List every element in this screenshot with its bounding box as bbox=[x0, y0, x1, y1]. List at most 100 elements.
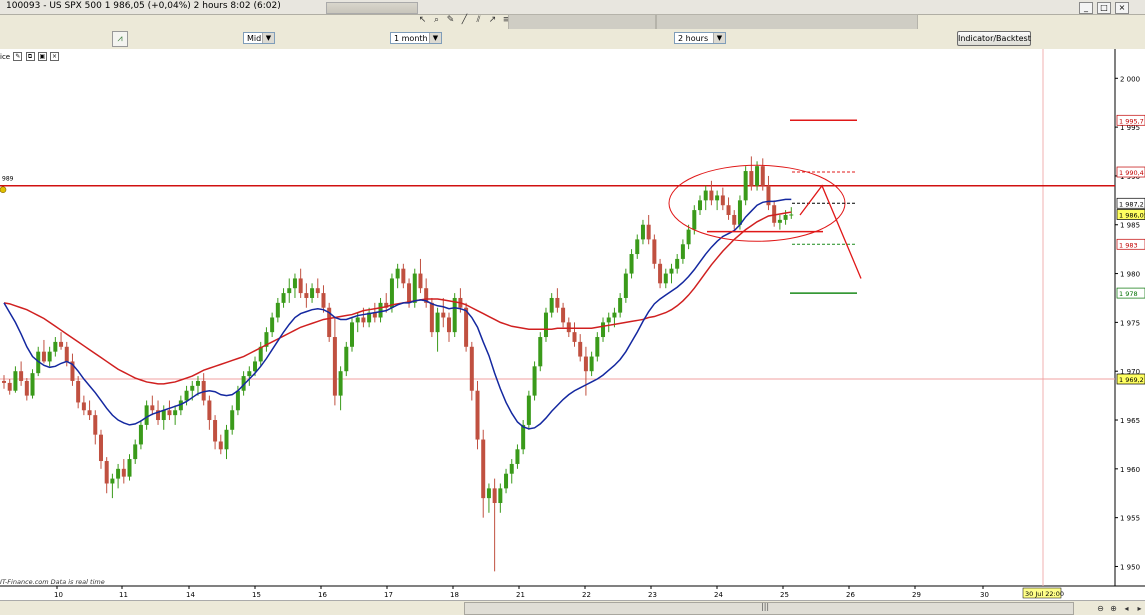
period-select[interactable]: 1 month ▼ bbox=[390, 32, 442, 44]
candle-body bbox=[629, 254, 634, 274]
channel-icon[interactable]: ⫽ bbox=[472, 14, 485, 27]
price-mode-select[interactable]: Mid ▼ bbox=[243, 32, 275, 44]
chevron-down-icon[interactable]: ▼ bbox=[262, 33, 274, 43]
y-tick-label: 2 000 bbox=[1120, 75, 1140, 83]
candle-body bbox=[184, 390, 189, 401]
settings-icon[interactable]: ✎ bbox=[13, 52, 23, 61]
candle-body bbox=[783, 214, 788, 220]
cursor-icon[interactable]: ↖ bbox=[416, 14, 429, 27]
x-tick-label: 15 bbox=[252, 591, 261, 599]
price-chart[interactable]: 2 0001 9951 9901 9851 9801 9751 9701 965… bbox=[0, 49, 1145, 600]
candle-body bbox=[464, 307, 469, 347]
line-icon[interactable]: ╱ bbox=[458, 14, 471, 27]
price-label: 1 995,7 bbox=[1119, 117, 1144, 125]
candle-body bbox=[235, 390, 240, 411]
candle-body bbox=[195, 380, 200, 386]
candle-body bbox=[332, 337, 337, 396]
candle-body bbox=[355, 317, 360, 323]
candle-body bbox=[133, 444, 138, 460]
candle-body bbox=[64, 346, 69, 362]
candle-body bbox=[304, 293, 309, 298]
indicator-backtest-button[interactable]: Indicator/Backtest bbox=[957, 31, 1031, 46]
horizontal-scrollbar[interactable]: ||| ⊖ ⊕ ◂ ▸ bbox=[0, 600, 1145, 615]
trendline-icon[interactable]: ↗ bbox=[486, 14, 499, 27]
window-controls: _ □ × bbox=[1075, 0, 1145, 14]
y-tick-label: 1 985 bbox=[1120, 222, 1140, 230]
price-label: 1 990,4 bbox=[1119, 169, 1144, 177]
candle-body bbox=[207, 400, 212, 421]
candle-body bbox=[669, 268, 674, 274]
candle-body bbox=[59, 341, 64, 347]
candle-body bbox=[87, 410, 92, 416]
candle-body bbox=[441, 312, 446, 318]
interval-select[interactable]: 2 hours ▼ bbox=[674, 32, 726, 44]
draw-icon[interactable]: ✎ bbox=[444, 14, 457, 27]
candle-body bbox=[515, 449, 520, 464]
close-icon[interactable]: × bbox=[1115, 2, 1129, 14]
candle-body bbox=[703, 190, 708, 201]
candle-body bbox=[389, 278, 394, 308]
scroll-thumb[interactable]: ||| bbox=[464, 602, 1074, 615]
candle-body bbox=[144, 405, 149, 425]
candle-body bbox=[526, 395, 531, 425]
x-tick-label: 10 bbox=[54, 591, 63, 599]
chart-type-icon[interactable]: ⩘ bbox=[112, 31, 128, 47]
x-tick-label: 23 bbox=[648, 591, 657, 599]
y-tick-label: 1 950 bbox=[1120, 563, 1140, 571]
candle-body bbox=[549, 297, 554, 313]
x-tick-label: 24 bbox=[714, 591, 723, 599]
scroll-left-icon[interactable]: ◂ bbox=[1121, 603, 1132, 614]
candle-body bbox=[566, 322, 571, 333]
candle-body bbox=[247, 371, 252, 377]
candle-body bbox=[81, 402, 86, 411]
candle-body bbox=[24, 380, 29, 396]
chevron-down-icon[interactable]: ▼ bbox=[429, 33, 441, 43]
candle-body bbox=[138, 424, 143, 445]
title-bar: 100093 - US SPX 500 1 986,05 (+0,04%) 2 … bbox=[0, 0, 1145, 30]
save-icon[interactable]: ▣ bbox=[37, 52, 47, 61]
candle-body bbox=[275, 302, 280, 318]
close-icon[interactable]: × bbox=[50, 52, 60, 61]
chart-legend: ice ✎ ⧉ ▣ × bbox=[0, 52, 60, 61]
candle-body bbox=[755, 166, 760, 186]
minimize-icon[interactable]: _ bbox=[1079, 2, 1093, 14]
candle-body bbox=[93, 415, 98, 435]
candle-body bbox=[224, 429, 229, 450]
options-bar: ⩘ Mid ▼ 1 month ▼ 2 hours ▼ Indicator/Ba… bbox=[0, 29, 1145, 50]
candle-body bbox=[190, 385, 195, 391]
candle-body bbox=[127, 459, 132, 477]
zoom-icon[interactable]: ⌕ bbox=[430, 14, 443, 27]
candle-body bbox=[298, 278, 303, 294]
chart-area[interactable]: 2 0001 9951 9901 9851 9801 9751 9701 965… bbox=[0, 49, 1145, 614]
candle-body bbox=[743, 171, 748, 201]
price-label: 1 978 bbox=[1119, 290, 1138, 298]
x-tick-label: 18 bbox=[450, 591, 459, 599]
candle-body bbox=[98, 434, 103, 462]
candle-body bbox=[606, 317, 611, 323]
zoom-out-icon[interactable]: ⊖ bbox=[1095, 603, 1106, 614]
scroll-right-icon[interactable]: ▸ bbox=[1134, 603, 1145, 614]
candle-body bbox=[321, 293, 326, 308]
candle-body bbox=[709, 190, 714, 201]
candle-body bbox=[469, 346, 474, 391]
instrument-tab[interactable] bbox=[326, 2, 418, 14]
maximize-icon[interactable]: □ bbox=[1097, 2, 1111, 14]
copy-icon[interactable]: ⧉ bbox=[25, 52, 35, 61]
candle-body bbox=[361, 317, 366, 323]
candle-body bbox=[561, 307, 566, 323]
candle-body bbox=[218, 441, 223, 450]
candle-body bbox=[715, 195, 720, 201]
candle-body bbox=[47, 351, 52, 362]
candle-body bbox=[749, 171, 754, 186]
candle-body bbox=[737, 200, 742, 225]
zoom-in-icon[interactable]: ⊕ bbox=[1108, 603, 1119, 614]
candle-body bbox=[492, 488, 497, 504]
candle-body bbox=[532, 366, 537, 396]
candle-body bbox=[618, 297, 623, 313]
instrument-tab-2[interactable] bbox=[508, 14, 656, 30]
chevron-down-icon[interactable]: ▼ bbox=[713, 33, 725, 43]
candle-body bbox=[41, 351, 46, 362]
x-tick-label: 30 bbox=[980, 591, 989, 599]
instrument-tab-3[interactable] bbox=[656, 14, 918, 30]
candle-body bbox=[680, 244, 685, 259]
